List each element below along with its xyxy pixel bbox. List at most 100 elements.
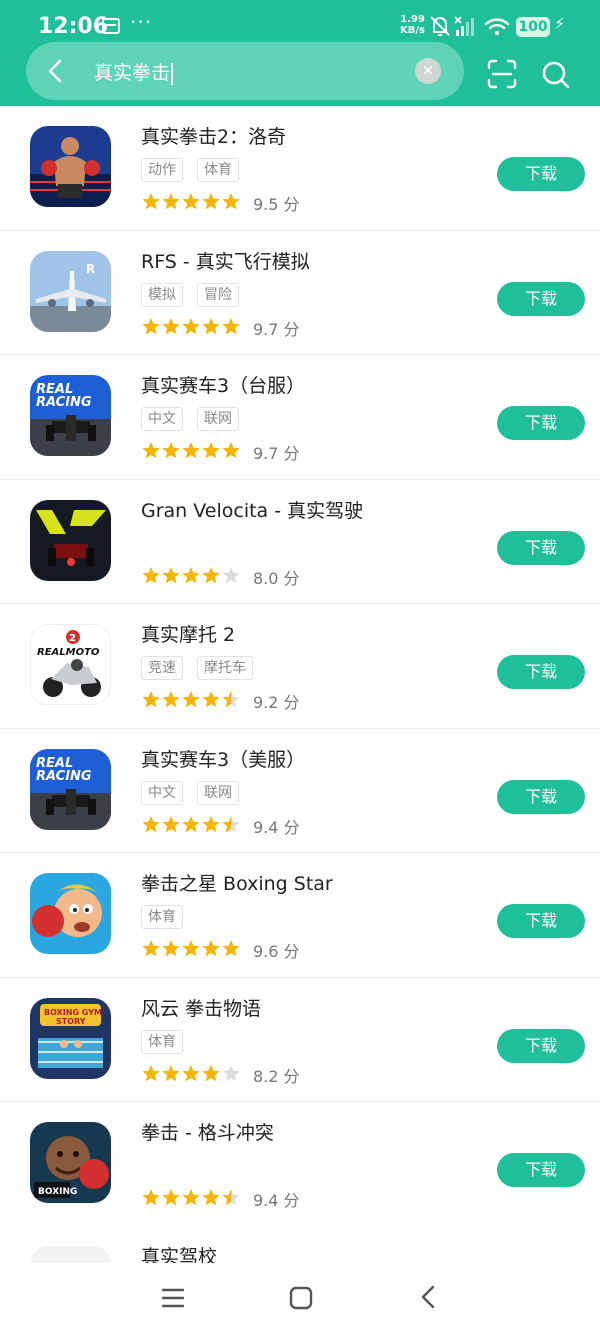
svg-text:BOXING: BOXING xyxy=(38,1187,77,1197)
racing-car-icon[interactable] xyxy=(30,499,111,581)
app-title: Gran Velocita - 真实驾驶 xyxy=(141,499,364,522)
app-score: 8.2 分 xyxy=(253,1066,300,1086)
app-score: 9.7 分 xyxy=(253,444,300,463)
svg-text:2: 2 xyxy=(69,633,76,644)
app-title: 真实赛车3（美服） xyxy=(141,748,306,771)
scan-icon[interactable] xyxy=(487,59,517,89)
network-speed: 1.99 KB/s xyxy=(400,14,425,36)
recent-apps-icon[interactable] xyxy=(161,1287,185,1309)
svg-text:R: R xyxy=(86,262,95,276)
star-filled-icon xyxy=(162,815,180,832)
app-score: 9.6 分 xyxy=(253,942,300,961)
download-button[interactable]: 下载 xyxy=(497,281,585,316)
svg-text:RACING: RACING xyxy=(36,769,92,784)
download-button[interactable]: 下载 xyxy=(497,157,585,191)
download-button[interactable]: 下载 xyxy=(497,406,585,440)
star-filled-icon xyxy=(202,815,220,832)
star-filled-icon xyxy=(142,815,160,832)
clear-search-button[interactable]: × xyxy=(415,58,441,84)
star-filled-icon xyxy=(202,566,220,583)
app-tag: 体育 xyxy=(141,905,183,929)
search-icon[interactable] xyxy=(541,60,571,90)
search-results-list: 真实拳击2：洛奇 动作 体育 9.5 分 下载 R RFS - 真实飞行模拟 模拟… xyxy=(0,106,600,1227)
app-score: 9.2 分 xyxy=(253,693,300,712)
real-racing-icon[interactable]: REAL RACING xyxy=(30,748,111,830)
star-filled-icon xyxy=(142,691,160,708)
motorbike-icon[interactable]: 2 REALMOTO xyxy=(30,624,111,705)
back-arrow-icon[interactable] xyxy=(42,57,70,85)
star-rating xyxy=(142,1064,240,1081)
download-button[interactable]: 下载 xyxy=(497,530,585,565)
download-button[interactable]: 下载 xyxy=(497,779,585,814)
star-filled-icon xyxy=(222,940,240,957)
search-input[interactable]: 真实拳击 xyxy=(94,58,174,85)
star-filled-icon xyxy=(202,1189,220,1206)
svg-text:BOXING GYM: BOXING GYM xyxy=(44,1008,102,1017)
app-tag: 冒险 xyxy=(197,282,239,307)
real-racing-icon[interactable]: REAL RACING xyxy=(30,375,111,456)
list-item-partial[interactable]: 真实驾校 xyxy=(0,1226,600,1266)
star-filled-icon xyxy=(182,691,200,708)
system-nav-bar xyxy=(0,1263,600,1333)
app-tag: 体育 xyxy=(141,1029,183,1054)
app-tag: 竞速 xyxy=(141,656,183,680)
app-tag: 摩托车 xyxy=(197,656,253,680)
more-notifications-icon: ··· xyxy=(130,10,153,34)
app-score: 9.4 分 xyxy=(253,1191,300,1210)
star-rating xyxy=(142,1189,240,1206)
app-tag: 动作 xyxy=(141,158,183,182)
star-rating xyxy=(142,442,240,459)
star-rating xyxy=(142,317,240,334)
star-filled-icon xyxy=(202,940,220,957)
boxer-icon[interactable] xyxy=(30,126,111,207)
list-item[interactable]: 真实拳击2：洛奇 动作 体育 9.5 分 下载 xyxy=(0,106,600,231)
star-filled-icon xyxy=(162,193,180,210)
list-item[interactable]: 拳击之星 Boxing Star 体育 9.6 分 下载 xyxy=(0,853,600,978)
app-title: 真实赛车3（台服） xyxy=(141,375,306,397)
star-empty-icon xyxy=(222,566,240,583)
list-item[interactable]: Gran Velocita - 真实驾驶 8.0 分 下载 xyxy=(0,480,600,604)
star-filled-icon xyxy=(142,940,160,957)
app-tags: 中文 联网 xyxy=(141,780,253,805)
boxing-fighter-icon[interactable]: BOXING xyxy=(30,1122,111,1203)
nav-back-icon[interactable] xyxy=(418,1285,438,1309)
app-header: 12:06 ··· 1.99 KB/s 100 ⚡ 真实拳击 × xyxy=(0,0,600,106)
app-tag: 模拟 xyxy=(141,282,183,307)
app-score: 9.4 分 xyxy=(253,817,300,837)
download-button[interactable]: 下载 xyxy=(497,1153,585,1187)
list-item[interactable]: BOXING GYM STORY 风云 拳击物语 体育 8.2 分 下载 xyxy=(0,978,600,1102)
download-button[interactable]: 下载 xyxy=(497,904,585,938)
app-tags: 动作 体育 xyxy=(141,158,253,182)
star-filled-icon xyxy=(202,193,220,210)
list-item[interactable]: REAL RACING 真实赛车3（美服） 中文 联网 9.4 分 下载 xyxy=(0,729,600,853)
list-item[interactable]: REAL RACING 真实赛车3（台服） 中文 联网 9.7 分 下载 xyxy=(0,355,600,480)
svg-text:RACING: RACING xyxy=(36,395,92,410)
boxing-gym-icon[interactable]: BOXING GYM STORY xyxy=(30,997,111,1079)
airplane-icon[interactable]: R xyxy=(30,250,111,332)
home-icon[interactable] xyxy=(289,1286,313,1310)
star-filled-icon xyxy=(182,815,200,832)
star-filled-icon xyxy=(182,1064,200,1081)
star-filled-icon xyxy=(182,1189,200,1206)
app-title: 真实拳击2：洛奇 xyxy=(141,126,287,148)
download-button[interactable]: 下载 xyxy=(497,655,585,689)
app-tags: 体育 xyxy=(141,1029,197,1054)
list-item[interactable]: 2 REALMOTO 真实摩托 2 竞速 摩托车 9.2 分 下载 xyxy=(0,604,600,729)
text-cursor xyxy=(171,62,174,85)
boxing-star-icon[interactable] xyxy=(30,873,111,954)
app-title: 真实摩托 2 xyxy=(141,624,236,646)
app-tag: 中文 xyxy=(141,780,183,805)
charging-icon: ⚡ xyxy=(554,14,566,33)
star-filled-icon xyxy=(162,566,180,583)
svg-text:STORY: STORY xyxy=(56,1017,86,1026)
search-box[interactable]: 真实拳击 × xyxy=(26,42,464,100)
list-item[interactable]: R RFS - 真实飞行模拟 模拟 冒险 9.7 分 下载 xyxy=(0,231,600,355)
download-button[interactable]: 下载 xyxy=(497,1028,585,1063)
star-filled-icon xyxy=(202,691,220,708)
star-rating xyxy=(142,940,240,957)
app-score: 9.7 分 xyxy=(253,319,300,339)
star-filled-icon xyxy=(182,317,200,334)
list-item[interactable]: BOXING 拳击 - 格斗冲突 9.4 分 下载 xyxy=(0,1102,600,1227)
star-filled-icon xyxy=(142,442,160,459)
app-title: 拳击 - 格斗冲突 xyxy=(141,1122,274,1144)
